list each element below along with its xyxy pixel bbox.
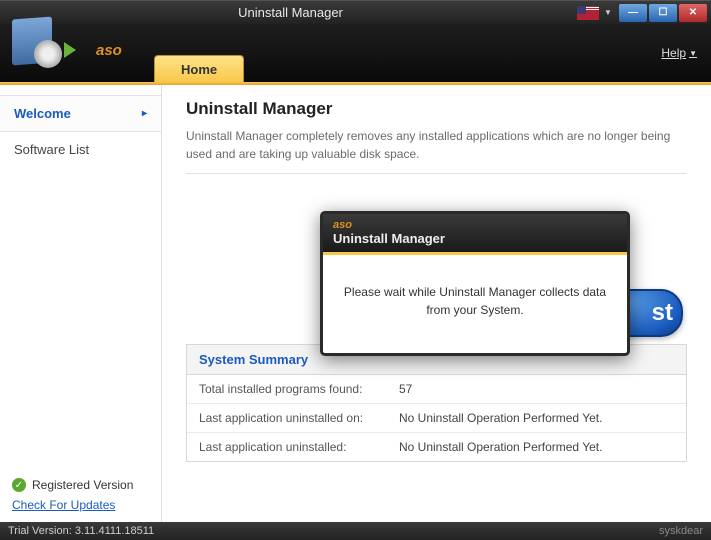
sidebar-item-software-list[interactable]: Software List [0,132,161,167]
window-controls: — ☐ ✕ [619,4,707,22]
sidebar-footer: ✓ Registered Version Check For Updates [0,470,161,522]
summary-label: Total installed programs found: [199,382,399,396]
dialog-brand: aso [333,219,617,231]
summary-value: No Uninstall Operation Performed Yet. [399,411,602,425]
window-title: Uninstall Manager [4,5,577,20]
close-button[interactable]: ✕ [679,4,707,22]
chevron-right-icon: ▸ [142,108,147,119]
page-description: Uninstall Manager completely removes any… [186,127,687,163]
sidebar: Welcome ▸ Software List ✓ Registered Ver… [0,85,162,522]
help-menu[interactable]: Help ▼ [661,46,697,60]
body: Welcome ▸ Software List ✓ Registered Ver… [0,85,711,522]
dialog-header: aso Uninstall Manager [323,214,627,252]
button-label-fragment: st [652,299,673,327]
dialog-message: Please wait while Uninstall Manager coll… [323,255,627,353]
summary-label: Last application uninstalled: [199,440,399,454]
sidebar-item-welcome[interactable]: Welcome ▸ [0,95,161,132]
sidebar-item-label: Welcome [14,106,71,121]
summary-value: No Uninstall Operation Performed Yet. [399,440,602,454]
tab-home[interactable]: Home [154,55,244,82]
summary-row: Last application uninstalled on: No Unin… [187,404,686,433]
registered-label: Registered Version [32,478,133,492]
header: aso Home Help ▼ [0,24,711,82]
registered-status: ✓ Registered Version [12,478,149,492]
summary-label: Last application uninstalled on: [199,411,399,425]
chevron-down-icon: ▼ [689,49,697,58]
titlebar: Uninstall Manager ▼ — ☐ ✕ [0,0,711,24]
progress-dialog: aso Uninstall Manager Please wait while … [320,211,630,356]
watermark: syskdear [659,525,703,537]
check-updates-link[interactable]: Check For Updates [12,498,115,512]
minimize-button[interactable]: — [619,4,647,22]
statusbar: Trial Version: 3.11.4111.18511 syskdear [0,522,711,540]
help-label: Help [661,46,686,60]
language-dropdown-icon[interactable]: ▼ [603,6,613,20]
divider [186,173,687,174]
version-label: Trial Version: 3.11.4111.18511 [8,525,154,537]
main-panel: Uninstall Manager Uninstall Manager comp… [162,85,711,522]
summary-row: Total installed programs found: 57 [187,375,686,404]
tabbar: Home [154,24,244,82]
maximize-button[interactable]: ☐ [649,4,677,22]
page-title: Uninstall Manager [186,99,687,119]
check-icon: ✓ [12,478,26,492]
summary-row: Last application uninstalled: No Uninsta… [187,433,686,461]
brand-label: aso [96,42,122,59]
dialog-title: Uninstall Manager [333,231,445,246]
summary-value: 57 [399,382,412,396]
sidebar-item-label: Software List [14,142,89,157]
language-flag-icon[interactable] [577,6,599,20]
app-icon [4,12,76,82]
system-summary: System Summary Total installed programs … [186,344,687,462]
